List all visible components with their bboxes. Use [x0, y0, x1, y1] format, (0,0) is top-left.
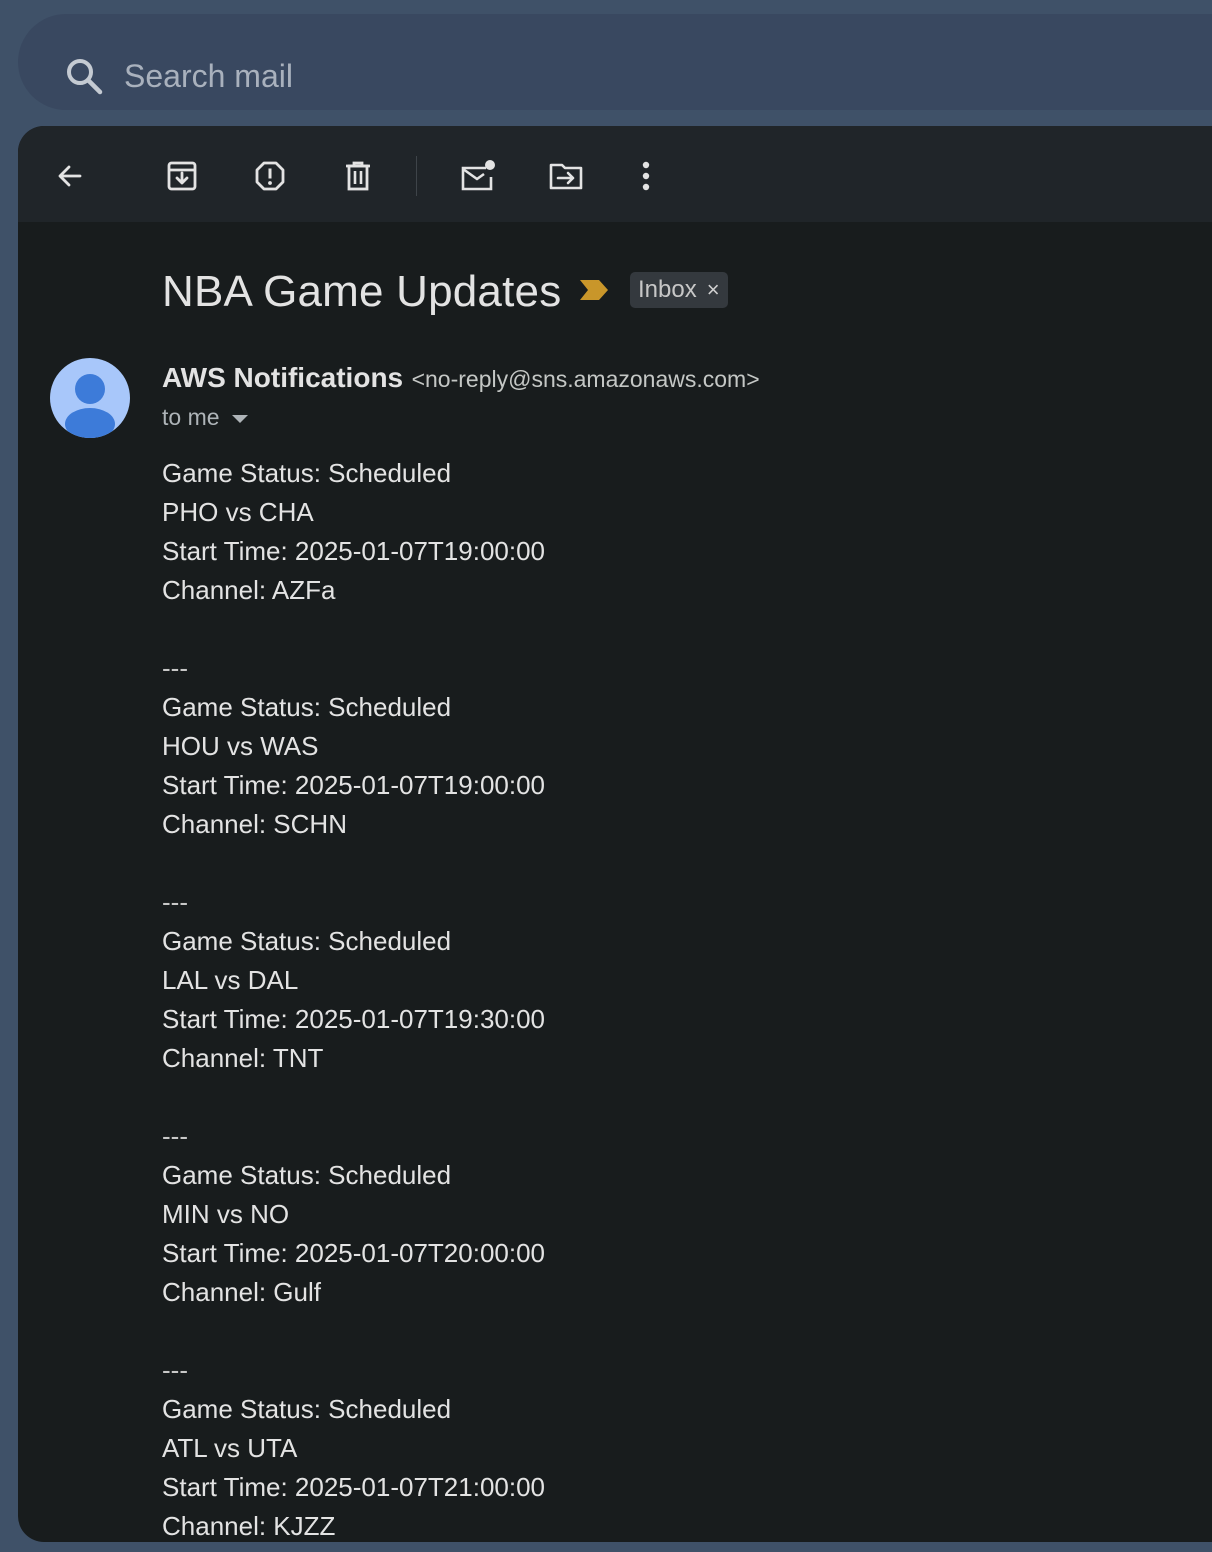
sender-email: <no-reply@sns.amazonaws.com> [411, 366, 760, 392]
body-line: Game Status: Scheduled [162, 1160, 452, 1190]
body-blank-line [162, 610, 545, 649]
more-vert-icon [642, 161, 650, 191]
body-line: LAL vs DAL [162, 965, 299, 995]
mail-panel: NBA Game Updates Inbox × AWS Notificatio… [18, 126, 1212, 1542]
body-blank-line [162, 1078, 545, 1117]
body-line: Channel: SCHN [162, 809, 347, 839]
body-line: PHO vs CHA [162, 497, 314, 527]
search-input[interactable]: Search mail [124, 54, 293, 98]
body-line: Channel: TNT [162, 1043, 324, 1073]
message-toolbar [18, 126, 1212, 222]
avatar[interactable] [50, 358, 130, 438]
body-line: Game Status: Scheduled [162, 458, 452, 488]
archive-icon [167, 161, 197, 191]
label-text: Inbox [638, 276, 697, 303]
body-blank-line [162, 844, 545, 883]
body-line: Start Time: 2025-01-07T19:30:00 [162, 1004, 546, 1034]
body-line: Game Status: Scheduled [162, 926, 452, 956]
trash-icon [346, 161, 370, 191]
body-blank-line [162, 1312, 545, 1351]
back-arrow-icon [58, 165, 82, 187]
body-line: HOU vs WAS [162, 731, 319, 761]
toolbar-divider [416, 156, 417, 196]
sender-line: AWS Notifications <no-reply@sns.amazonaw… [162, 360, 760, 401]
archive-button[interactable] [158, 152, 206, 200]
sender-name[interactable]: AWS Notifications [162, 362, 403, 393]
body-line: ATL vs UTA [162, 1433, 298, 1463]
report-spam-icon [255, 161, 285, 191]
remove-label-icon[interactable]: × [707, 277, 720, 303]
email-subject: NBA Game Updates [162, 267, 562, 316]
body-separator: --- [162, 1121, 188, 1151]
body-line: Channel: Gulf [162, 1277, 321, 1307]
body-separator: --- [162, 653, 188, 683]
recipient-details[interactable]: to me [162, 402, 248, 432]
recipient-label: to me [162, 404, 220, 430]
body-line: Start Time: 2025-01-07T20:00:00 [162, 1238, 546, 1268]
body-separator: --- [162, 1355, 188, 1385]
body-line: Start Time: 2025-01-07T19:00:00 [162, 536, 546, 566]
search-bar[interactable]: Search mail [18, 14, 1212, 110]
move-to-button[interactable] [542, 152, 590, 200]
move-to-folder-icon [549, 163, 583, 190]
body-line: Start Time: 2025-01-07T19:00:00 [162, 770, 546, 800]
mark-unread-icon [461, 160, 495, 191]
search-icon[interactable] [64, 56, 104, 96]
more-options-button[interactable] [622, 152, 670, 200]
body-line: Channel: KJZZ [162, 1511, 336, 1541]
body-line: Game Status: Scheduled [162, 1394, 452, 1424]
body-line: Channel: AZFa [162, 575, 336, 605]
body-line: Start Time: 2025-01-07T21:00:00 [162, 1472, 546, 1502]
delete-button[interactable] [334, 152, 382, 200]
body-line: Game Status: Scheduled [162, 692, 452, 722]
importance-marker-icon[interactable] [580, 278, 610, 302]
body-separator: --- [162, 887, 188, 917]
email-body: Game Status: Scheduled PHO vs CHA Start Ti… [162, 454, 545, 1542]
chevron-down-icon[interactable] [231, 414, 248, 423]
inbox-label-chip: Inbox × [630, 272, 728, 308]
report-spam-button[interactable] [246, 152, 294, 200]
body-line: MIN vs NO [162, 1199, 290, 1229]
back-button[interactable] [46, 152, 94, 200]
mark-unread-button[interactable] [454, 152, 502, 200]
